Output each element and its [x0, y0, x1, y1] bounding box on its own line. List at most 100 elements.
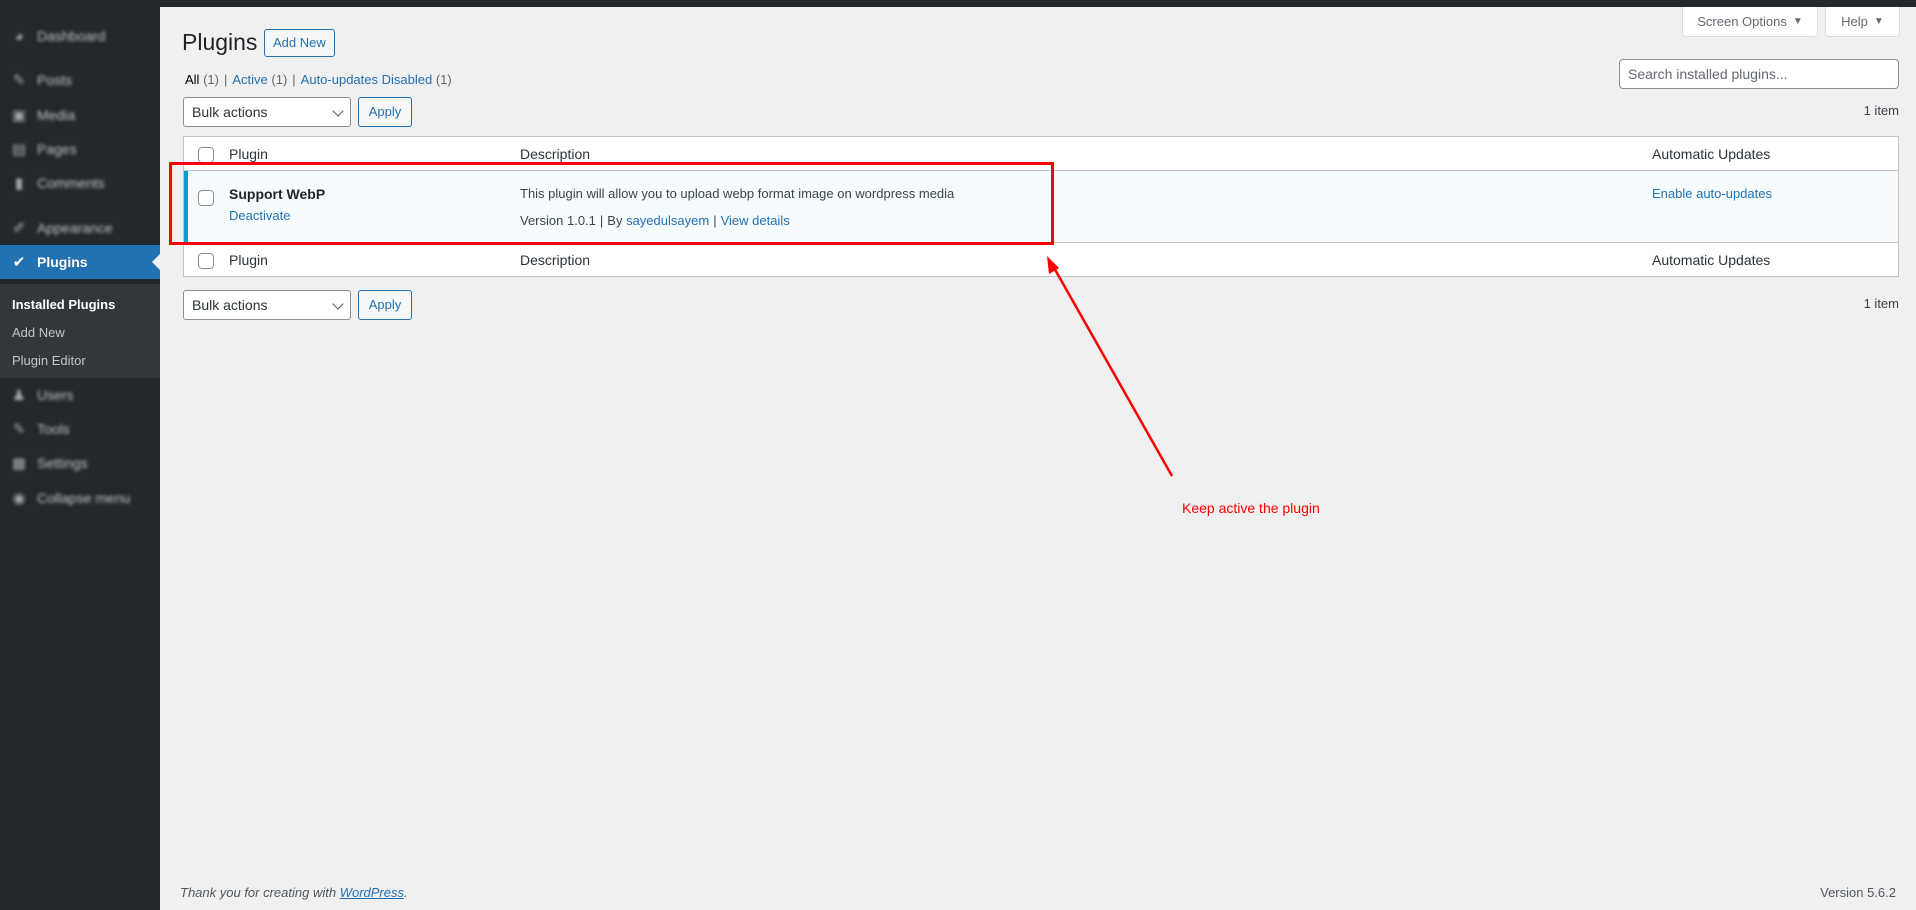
- user-icon: ♟: [12, 387, 26, 404]
- add-new-button[interactable]: Add New: [264, 29, 335, 57]
- filter-active[interactable]: Active (1): [232, 72, 287, 87]
- plugin-icon: ✔: [12, 254, 26, 271]
- wrench-icon: ✎: [12, 421, 26, 438]
- media-icon: ▣: [11, 107, 27, 124]
- table-header: Plugin Description Automatic Updates: [184, 137, 1898, 171]
- screen-options-button[interactable]: Screen Options ▼: [1682, 7, 1818, 37]
- apply-button[interactable]: Apply: [358, 97, 412, 127]
- submenu-plugin-editor[interactable]: Plugin Editor: [0, 347, 160, 375]
- separator: |: [223, 72, 228, 87]
- annotation-text: Keep active the plugin: [1182, 500, 1320, 516]
- sidebar-item-label: Media: [37, 107, 76, 123]
- sidebar-item-label: Appearance: [37, 220, 113, 236]
- plugin-description: This plugin will allow you to upload web…: [520, 186, 955, 201]
- column-footer-description: Description: [520, 252, 591, 268]
- pin-icon: ✎: [12, 72, 26, 89]
- sidebar-item-settings[interactable]: ▦ Settings: [0, 446, 160, 480]
- filter-active-count: (1): [271, 72, 288, 87]
- submenu-add-new[interactable]: Add New: [0, 319, 160, 347]
- by-label: By: [607, 213, 623, 228]
- items-count-bottom: 1 item: [1863, 296, 1899, 311]
- wordpress-link[interactable]: WordPress: [340, 885, 404, 900]
- filter-auto-disabled-label: Auto-updates Disabled: [300, 72, 433, 87]
- separator: |: [599, 213, 604, 228]
- items-count: 1 item: [1863, 103, 1899, 118]
- select-all-checkbox[interactable]: [198, 147, 214, 163]
- plugin-version: Version 1.0.1: [520, 213, 596, 228]
- deactivate-link[interactable]: Deactivate: [229, 208, 290, 223]
- bulk-actions-select-bottom[interactable]: Bulk actions: [183, 290, 351, 320]
- filter-all-count: (1): [203, 72, 219, 87]
- caret-down-icon: ▼: [1792, 16, 1803, 27]
- plugin-status-filters: All (1) | Active (1) | Auto-updates Disabled…: [185, 72, 452, 87]
- sidebar-item-plugins[interactable]: ✔ Plugins: [0, 245, 160, 279]
- bulk-actions-select[interactable]: Bulk actions: [183, 97, 351, 127]
- filter-all[interactable]: All (1): [185, 72, 219, 87]
- column-header-auto-updates: Automatic Updates: [1652, 146, 1771, 162]
- sidebar-item-label: Tools: [37, 421, 70, 437]
- author-link[interactable]: sayedulsayem: [626, 213, 709, 228]
- filter-auto-disabled-count: (1): [435, 72, 452, 87]
- sidebar-item-label: Posts: [37, 72, 73, 88]
- collapse-menu-button[interactable]: ◉ Collapse menu: [0, 481, 160, 515]
- sidebar-item-label: Plugins: [37, 254, 88, 270]
- footer-period: .: [404, 885, 408, 900]
- submenu-installed-plugins[interactable]: Installed Plugins: [0, 291, 160, 319]
- plugins-submenu: Installed Plugins Add New Plugin Editor: [0, 284, 160, 378]
- row-checkbox[interactable]: [198, 190, 214, 206]
- footer-thanks-text: Thank you for creating with: [180, 885, 337, 900]
- tablenav-bottom: Bulk actions Apply 1 item: [183, 290, 1899, 322]
- sidebar-item-label: Dashboard: [37, 28, 106, 44]
- footer-version: Version 5.6.2: [1820, 885, 1896, 900]
- sidebar-item-dashboard[interactable]: ◕ Dashboard: [0, 19, 160, 53]
- admin-bar: [0, 0, 1916, 7]
- pages-icon: ▤: [11, 141, 27, 158]
- separator: |: [292, 72, 296, 87]
- filter-auto-updates-disabled[interactable]: Auto-updates Disabled (1): [301, 72, 452, 87]
- help-button[interactable]: Help ▼: [1825, 7, 1900, 37]
- sidebar-item-label: Pages: [37, 141, 77, 157]
- sidebar-item-label: Settings: [37, 455, 88, 471]
- plugins-table: Plugin Description Automatic Updates Sup…: [183, 136, 1899, 277]
- filter-active-label: Active: [232, 72, 268, 87]
- sidebar-item-label: Collapse menu: [37, 490, 131, 506]
- enable-auto-updates-link[interactable]: Enable auto-updates: [1652, 186, 1772, 201]
- sidebar-item-label: Comments: [37, 175, 105, 191]
- sidebar-item-pages[interactable]: ▤ Pages: [0, 132, 160, 166]
- footer-thanks: Thank you for creating with WordPress.: [180, 885, 408, 900]
- table-footer: Plugin Description Automatic Updates: [184, 242, 1898, 276]
- column-footer-plugin[interactable]: Plugin: [229, 252, 268, 268]
- column-header-plugin[interactable]: Plugin: [229, 146, 268, 162]
- sidebar-item-tools[interactable]: ✎ Tools: [0, 412, 160, 446]
- dashboard-icon: ◕: [14, 27, 24, 45]
- sidebar-item-media[interactable]: ▣ Media: [0, 98, 160, 132]
- sidebar-item-label: Users: [37, 387, 74, 403]
- sidebar-item-appearance[interactable]: ✐ Appearance: [0, 211, 160, 245]
- bulk-actions-value: Bulk actions: [192, 297, 268, 313]
- view-details-link[interactable]: View details: [721, 213, 790, 228]
- plugin-name: Support WebP: [229, 186, 326, 202]
- separator: |: [713, 213, 717, 228]
- apply-button-bottom[interactable]: Apply: [358, 290, 412, 320]
- chevron-down-icon: [332, 105, 344, 117]
- plugin-meta: Version 1.0.1 | By sayedulsayem | View detai…: [520, 213, 790, 228]
- bulk-actions-value: Bulk actions: [192, 104, 268, 120]
- filter-all-label: All: [185, 72, 200, 87]
- search-plugins-input[interactable]: [1619, 59, 1899, 89]
- table-row: Support WebP Deactivate This plugin will…: [184, 171, 1898, 242]
- help-label: Help: [1841, 14, 1868, 29]
- admin-sidebar: ◕ Dashboard ✎ Posts ▣ Media ▤ Pages ▮ Co…: [0, 0, 160, 910]
- sidebar-item-posts[interactable]: ✎ Posts: [0, 63, 160, 97]
- sidebar-item-comments[interactable]: ▮ Comments: [0, 166, 160, 200]
- main-content: Screen Options ▼ Help ▼ Plugins Add New …: [160, 7, 1916, 910]
- chevron-down-icon: [332, 298, 344, 310]
- select-all-checkbox-footer[interactable]: [198, 253, 214, 269]
- caret-down-icon: ▼: [1873, 16, 1884, 27]
- page-title: Plugins: [182, 29, 258, 55]
- comment-icon: ▮: [14, 175, 24, 192]
- column-header-description: Description: [520, 146, 591, 162]
- screen-options-label: Screen Options: [1697, 14, 1787, 29]
- brush-icon: ✐: [12, 220, 26, 237]
- settings-icon: ▦: [11, 455, 27, 472]
- sidebar-item-users[interactable]: ♟ Users: [0, 378, 160, 412]
